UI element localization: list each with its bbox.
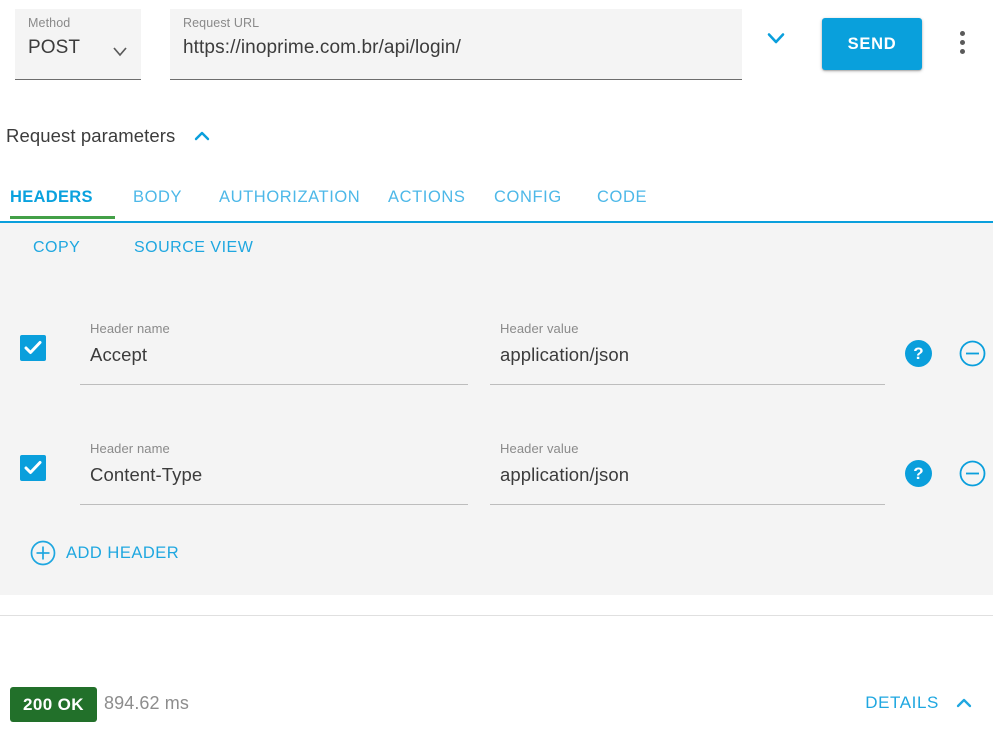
header-value-value: application/json	[500, 344, 630, 365]
header-enabled-checkbox[interactable]	[20, 335, 46, 361]
header-name-label: Header name	[90, 321, 170, 336]
kebab-menu-icon[interactable]	[950, 28, 976, 60]
request-url-label: Request URL	[183, 16, 260, 30]
tab-code[interactable]: CODE	[597, 178, 647, 216]
copy-button[interactable]: COPY	[33, 239, 80, 257]
header-name-input[interactable]: Header name Accept	[80, 313, 468, 385]
header-value-input[interactable]: Header value application/json	[490, 433, 885, 505]
page-title: Request parameters	[6, 125, 176, 146]
header-name-label: Header name	[90, 441, 170, 456]
header-value-label: Header value	[500, 441, 579, 456]
request-bar: Method POST Request URL https://inoprime…	[0, 0, 993, 100]
remove-circle-icon[interactable]	[959, 460, 986, 487]
details-toggle[interactable]: DETAILS	[865, 692, 975, 714]
method-select[interactable]: Method POST	[15, 9, 141, 80]
kebab-dot	[960, 49, 965, 54]
header-row: Header name Accept Header value applicat…	[0, 308, 993, 408]
method-label: Method	[28, 16, 71, 30]
chevron-up-icon	[953, 692, 975, 714]
details-label: DETAILS	[865, 693, 939, 712]
status-badge: 200 OK	[10, 687, 97, 722]
header-value-label: Header value	[500, 321, 579, 336]
request-parameter-tabs: HEADERS BODY AUTHORIZATION ACTIONS CONFI…	[0, 178, 993, 220]
active-tab-indicator	[10, 216, 115, 219]
response-time: 894.62 ms	[104, 693, 189, 713]
header-name-value: Accept	[90, 344, 148, 365]
header-name-value: Content-Type	[90, 464, 203, 485]
header-enabled-checkbox[interactable]	[20, 455, 46, 481]
headers-panel: COPY SOURCE VIEW Header name Accept Head…	[0, 223, 993, 595]
chevron-up-icon	[191, 125, 213, 147]
header-value-input[interactable]: Header value application/json	[490, 313, 885, 385]
header-value-value: application/json	[500, 464, 630, 485]
request-url-input[interactable]: Request URL https://inoprime.com.br/api/…	[170, 9, 742, 80]
send-button[interactable]: SEND	[822, 18, 922, 70]
help-icon[interactable]: ?	[905, 340, 932, 367]
add-circle-icon	[30, 540, 56, 566]
tab-body[interactable]: BODY	[133, 178, 182, 216]
tab-authorization[interactable]: AUTHORIZATION	[219, 178, 360, 216]
tab-actions[interactable]: ACTIONS	[388, 178, 466, 216]
source-view-button[interactable]: SOURCE VIEW	[134, 239, 253, 257]
kebab-dot	[960, 40, 965, 45]
add-header-label: ADD HEADER	[66, 543, 180, 562]
section-divider	[0, 615, 993, 616]
request-url-value: https://inoprime.com.br/api/login/	[183, 37, 461, 58]
chevron-down-icon	[110, 42, 130, 62]
tab-headers[interactable]: HEADERS	[10, 178, 93, 216]
kebab-dot	[960, 31, 965, 36]
add-header-button[interactable]: ADD HEADER	[30, 538, 179, 568]
response-status-bar: 200 OK 894.62 ms DETAILS	[0, 670, 993, 740]
header-row: Header name Content-Type Header value ap…	[0, 428, 993, 528]
help-icon[interactable]: ?	[905, 460, 932, 487]
remove-circle-icon[interactable]	[959, 340, 986, 367]
tab-config[interactable]: CONFIG	[494, 178, 562, 216]
method-value: POST	[28, 37, 81, 58]
request-parameters-toggle[interactable]: Request parameters	[6, 123, 213, 149]
header-name-input[interactable]: Header name Content-Type	[80, 433, 468, 505]
chevron-down-icon[interactable]	[763, 25, 789, 51]
